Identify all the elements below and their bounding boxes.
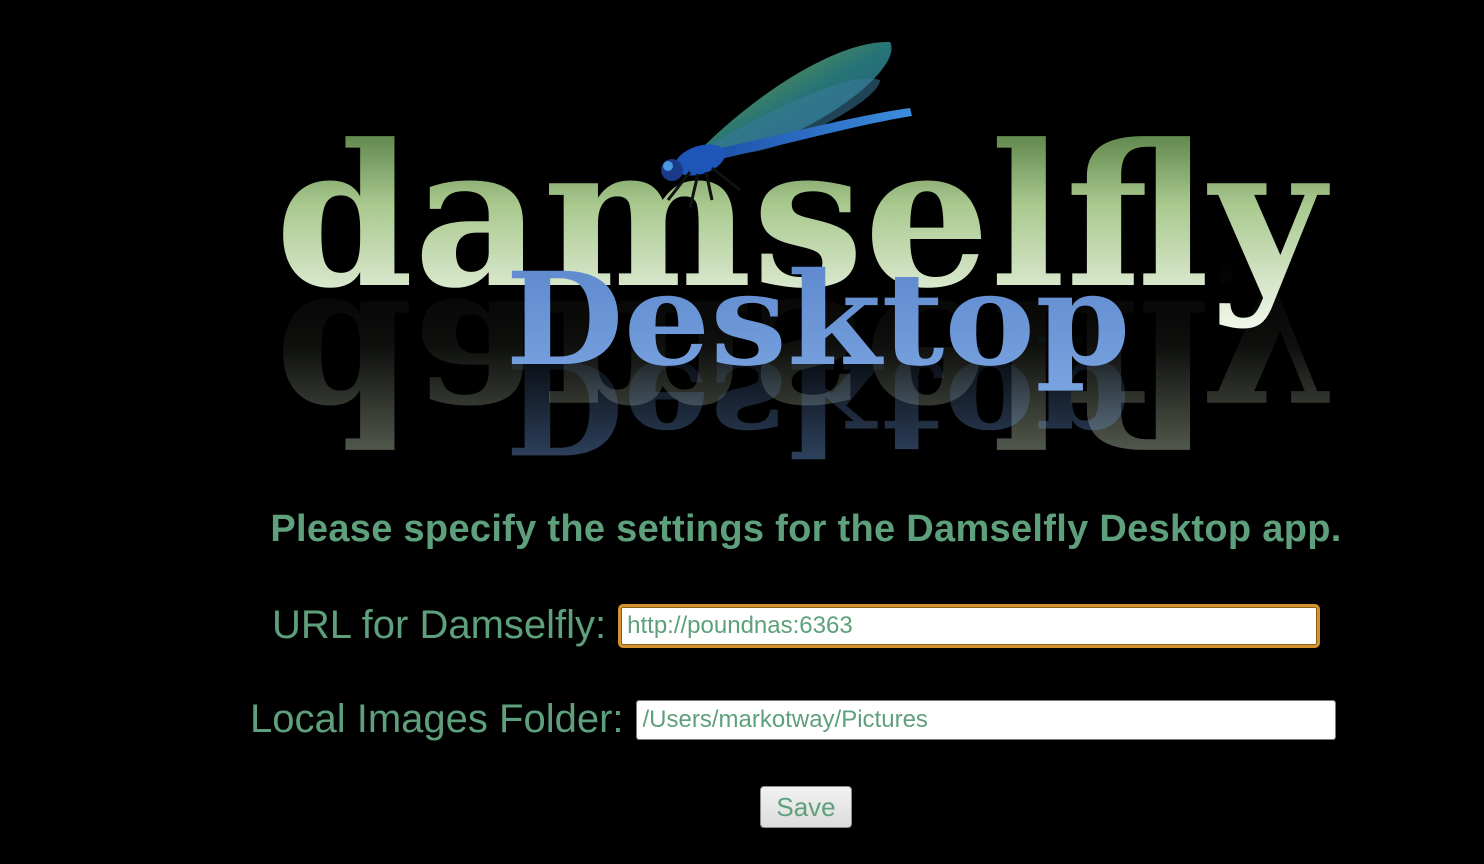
folder-input[interactable] [635,699,1336,740]
intro-heading: Please specify the settings for the Dams… [270,508,1342,550]
damselfly-desktop-logo: damselfly damselfly Desktop Desktop [0,0,1484,470]
save-button[interactable]: Save [760,786,852,828]
url-input[interactable] [618,603,1321,648]
url-label: URL for Damselfly: [272,603,607,647]
settings-page: damselfly damselfly Desktop Desktop Plea… [0,0,1484,864]
logo-word-desktop: Desktop [506,245,1131,395]
url-row: URL for Damselfly: [272,603,1321,648]
folder-label: Local Images Folder: [250,697,624,741]
logo-graphic: damselfly damselfly Desktop Desktop [275,41,1330,470]
folder-row: Local Images Folder: [250,697,1336,742]
